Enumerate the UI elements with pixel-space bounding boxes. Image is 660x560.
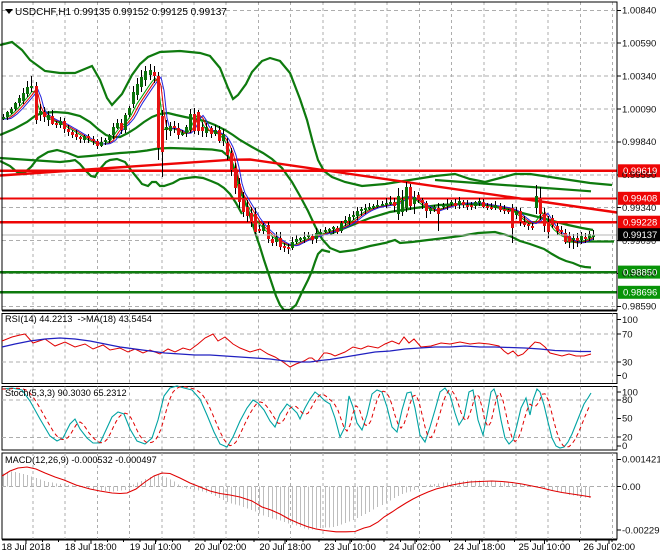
svg-text:0.99340: 0.99340 (622, 203, 656, 214)
svg-text:0.99619: 0.99619 (623, 166, 657, 177)
svg-text:0.99137: 0.99137 (623, 230, 657, 241)
svg-text:1.00090: 1.00090 (622, 104, 656, 115)
svg-text:0.98850: 0.98850 (623, 267, 657, 278)
svg-text:0.98590: 0.98590 (622, 302, 656, 313)
svg-text:70: 70 (622, 329, 633, 340)
svg-text:18 Jul 2018: 18 Jul 2018 (1, 542, 50, 553)
svg-text:Stoch(5,3,3) 90.3030 65.2312: Stoch(5,3,3) 90.3030 65.2312 (5, 388, 127, 398)
svg-text:USDCHF,H1 0.99135 0.99152 0.99: USDCHF,H1 0.99135 0.99152 0.99125 0.9913… (15, 7, 227, 18)
svg-text:1.00340: 1.00340 (622, 71, 656, 82)
svg-text:0.001421: 0.001421 (622, 455, 660, 466)
svg-text:20 Jul 18:00: 20 Jul 18:00 (259, 542, 311, 553)
svg-text:0.98696: 0.98696 (623, 288, 657, 299)
svg-text:30: 30 (622, 357, 633, 368)
svg-text:0: 0 (622, 441, 627, 452)
svg-text:26 Jul 02:00: 26 Jul 02:00 (583, 542, 635, 553)
svg-text:50: 50 (622, 414, 633, 425)
svg-text:23 Jul 10:00: 23 Jul 10:00 (324, 542, 376, 553)
svg-text:80: 80 (622, 395, 633, 406)
svg-text:0.99228: 0.99228 (623, 218, 657, 229)
svg-text:0: 0 (622, 371, 627, 382)
svg-text:18 Jul 18:00: 18 Jul 18:00 (65, 542, 117, 553)
svg-text:MACD(12,26,9) -0.000532 -0.000: MACD(12,26,9) -0.000532 -0.000497 (5, 455, 157, 465)
svg-text:-0.002298: -0.002298 (622, 525, 660, 536)
svg-text:25 Jul 10:00: 25 Jul 10:00 (519, 542, 571, 553)
svg-text:20 Jul 02:00: 20 Jul 02:00 (195, 542, 247, 553)
svg-text:0.99840: 0.99840 (622, 137, 656, 148)
svg-text:RSI(14) 44.2213 ->MA(18) 43.5: RSI(14) 44.2213 ->MA(18) 43.5454 (5, 314, 152, 324)
svg-text:0.99408: 0.99408 (623, 194, 657, 205)
svg-text:1.00840: 1.00840 (622, 6, 656, 17)
svg-text:0.00: 0.00 (622, 482, 641, 493)
svg-text:24 Jul 18:00: 24 Jul 18:00 (454, 542, 506, 553)
svg-text:1.00590: 1.00590 (622, 39, 656, 50)
svg-text:100: 100 (622, 315, 638, 326)
svg-text:24 Jul 02:00: 24 Jul 02:00 (389, 542, 441, 553)
svg-text:19 Jul 10:00: 19 Jul 10:00 (130, 542, 182, 553)
